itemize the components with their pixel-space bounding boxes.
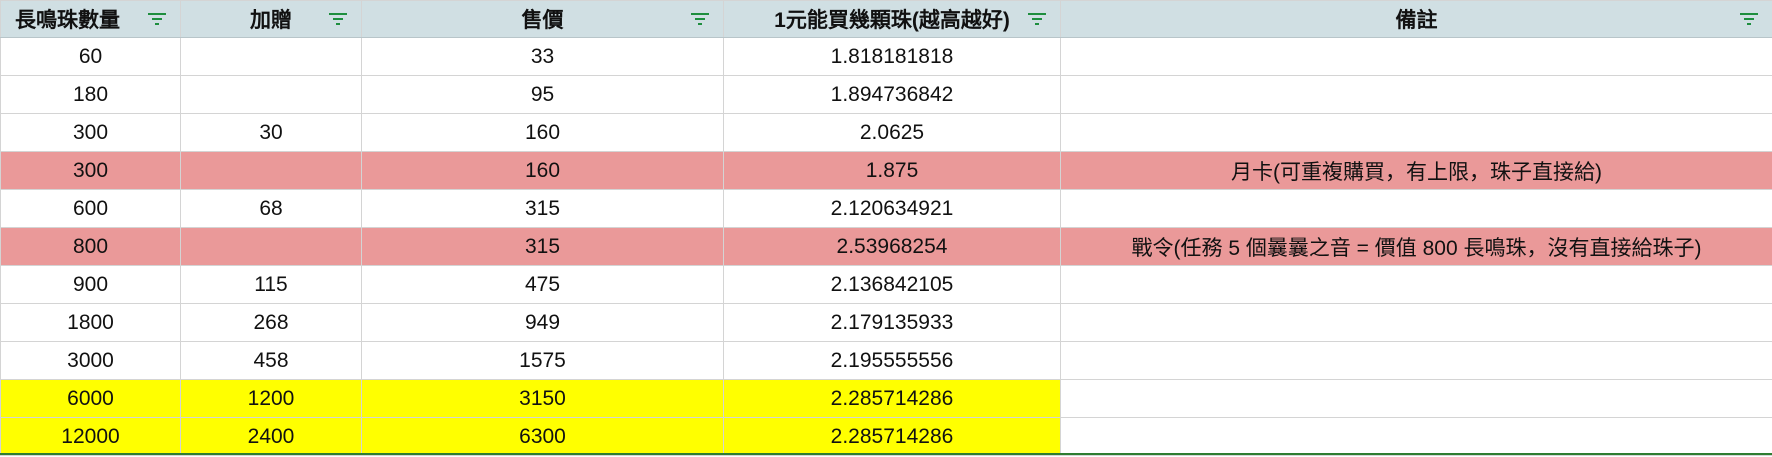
cell-value-ratio[interactable]: 2.136842105 [723, 265, 1061, 304]
cell-bonus[interactable] [180, 37, 362, 76]
table-row: 900 115 475 2.136842105 [0, 265, 1772, 304]
cell-notes[interactable] [1060, 341, 1772, 380]
header-cell-value-ratio[interactable]: 1元能買幾顆珠(越高越好) [723, 0, 1061, 38]
cell-price[interactable]: 1575 [361, 341, 724, 380]
cell-price[interactable]: 160 [361, 151, 724, 190]
cell-value-ratio[interactable]: 2.285714286 [723, 379, 1061, 418]
cell-price[interactable]: 315 [361, 189, 724, 228]
cell-notes[interactable] [1060, 265, 1772, 304]
table-row: 60 33 1.818181818 [0, 37, 1772, 76]
header-label: 售價 [521, 9, 564, 32]
table-body: 60 33 1.818181818 180 95 1.894736842 300… [0, 37, 1772, 456]
cell-price[interactable]: 475 [361, 265, 724, 304]
cell-bonus[interactable]: 2400 [180, 417, 362, 456]
cell-value-ratio[interactable]: 2.195555556 [723, 341, 1061, 380]
cell-notes[interactable] [1060, 37, 1772, 76]
cell-quantity[interactable]: 1800 [0, 303, 181, 342]
cell-quantity[interactable]: 900 [0, 265, 181, 304]
cell-price[interactable]: 95 [361, 75, 724, 114]
table-row: 3000 458 1575 2.195555556 [0, 341, 1772, 380]
table-header: 長鳴珠數量 加贈 售價 1元能買幾顆珠(越高越好) 備註 [0, 0, 1772, 38]
cell-value-ratio[interactable]: 1.875 [723, 151, 1061, 190]
table-row: 12000 2400 6300 2.285714286 [0, 417, 1772, 456]
cell-value-ratio[interactable]: 2.120634921 [723, 189, 1061, 228]
cell-quantity[interactable]: 300 [0, 151, 181, 190]
table-row-highlighted: 800 315 2.53968254 戰令(任務 5 個曩曩之音 = 價值 80… [0, 227, 1772, 266]
spreadsheet: 長鳴珠數量 加贈 售價 1元能買幾顆珠(越高越好) 備註 60 33 1.818… [0, 0, 1772, 457]
cell-bonus[interactable]: 1200 [180, 379, 362, 418]
filter-icon [691, 13, 709, 25]
cell-value-ratio[interactable]: 2.0625 [723, 113, 1061, 152]
cell-bonus[interactable] [180, 75, 362, 114]
table-row: 300 30 160 2.0625 [0, 113, 1772, 152]
cell-quantity[interactable]: 300 [0, 113, 181, 152]
filter-button[interactable] [689, 10, 711, 28]
header-label: 1元能買幾顆珠(越高越好) [774, 9, 1010, 32]
cell-value-ratio[interactable]: 1.894736842 [723, 75, 1061, 114]
cell-price[interactable]: 3150 [361, 379, 724, 418]
filter-button[interactable] [146, 10, 168, 28]
cell-price[interactable]: 33 [361, 37, 724, 76]
cell-notes[interactable] [1060, 379, 1772, 418]
cell-price[interactable]: 315 [361, 227, 724, 266]
header-cell-notes[interactable]: 備註 [1060, 0, 1772, 38]
cell-notes[interactable]: 戰令(任務 5 個曩曩之音 = 價值 800 長鳴珠，沒有直接給珠子) [1060, 227, 1772, 266]
cell-notes[interactable] [1060, 75, 1772, 114]
cell-quantity[interactable]: 600 [0, 189, 181, 228]
cell-quantity[interactable]: 12000 [0, 417, 181, 456]
data-table: 長鳴珠數量 加贈 售價 1元能買幾顆珠(越高越好) 備註 60 33 1.818… [0, 0, 1772, 456]
cell-quantity[interactable]: 800 [0, 227, 181, 266]
cell-price[interactable]: 160 [361, 113, 724, 152]
header-cell-bonus[interactable]: 加贈 [180, 0, 362, 38]
header-cell-price[interactable]: 售價 [361, 0, 724, 38]
cell-bonus[interactable]: 68 [180, 189, 362, 228]
cell-price[interactable]: 6300 [361, 417, 724, 456]
cell-value-ratio[interactable]: 2.285714286 [723, 417, 1061, 456]
filter-icon [1028, 13, 1046, 25]
header-label: 長鳴珠數量 [15, 9, 120, 32]
cell-value-ratio[interactable]: 1.818181818 [723, 37, 1061, 76]
table-row: 180 95 1.894736842 [0, 75, 1772, 114]
table-row: 600 68 315 2.120634921 [0, 189, 1772, 228]
header-label: 加贈 [250, 9, 292, 32]
cell-notes[interactable]: 月卡(可重複購買，有上限，珠子直接給) [1060, 151, 1772, 190]
cell-notes[interactable] [1060, 417, 1772, 456]
header-label: 備註 [1395, 9, 1438, 32]
cell-notes[interactable] [1060, 189, 1772, 228]
cell-bonus[interactable] [180, 151, 362, 190]
selection-border [0, 453, 1772, 455]
cell-bonus[interactable]: 30 [180, 113, 362, 152]
cell-bonus[interactable]: 458 [180, 341, 362, 380]
table-row: 1800 268 949 2.179135933 [0, 303, 1772, 342]
cell-quantity[interactable]: 3000 [0, 341, 181, 380]
cell-quantity[interactable]: 6000 [0, 379, 181, 418]
cell-bonus[interactable]: 268 [180, 303, 362, 342]
cell-quantity[interactable]: 180 [0, 75, 181, 114]
table-row-highlighted: 300 160 1.875 月卡(可重複購買，有上限，珠子直接給) [0, 151, 1772, 190]
filter-button[interactable] [1738, 10, 1760, 28]
header-cell-quantity[interactable]: 長鳴珠數量 [0, 0, 181, 38]
header-row: 長鳴珠數量 加贈 售價 1元能買幾顆珠(越高越好) 備註 [0, 0, 1772, 38]
cell-notes[interactable] [1060, 113, 1772, 152]
filter-icon [329, 13, 347, 25]
filter-button[interactable] [327, 10, 349, 28]
cell-notes[interactable] [1060, 303, 1772, 342]
cell-bonus[interactable] [180, 227, 362, 266]
cell-price[interactable]: 949 [361, 303, 724, 342]
filter-icon [148, 13, 166, 25]
cell-value-ratio[interactable]: 2.179135933 [723, 303, 1061, 342]
cell-value-ratio[interactable]: 2.53968254 [723, 227, 1061, 266]
cell-quantity[interactable]: 60 [0, 37, 181, 76]
cell-bonus[interactable]: 115 [180, 265, 362, 304]
filter-icon [1740, 13, 1758, 25]
table-row: 6000 1200 3150 2.285714286 [0, 379, 1772, 418]
filter-button[interactable] [1026, 10, 1048, 28]
